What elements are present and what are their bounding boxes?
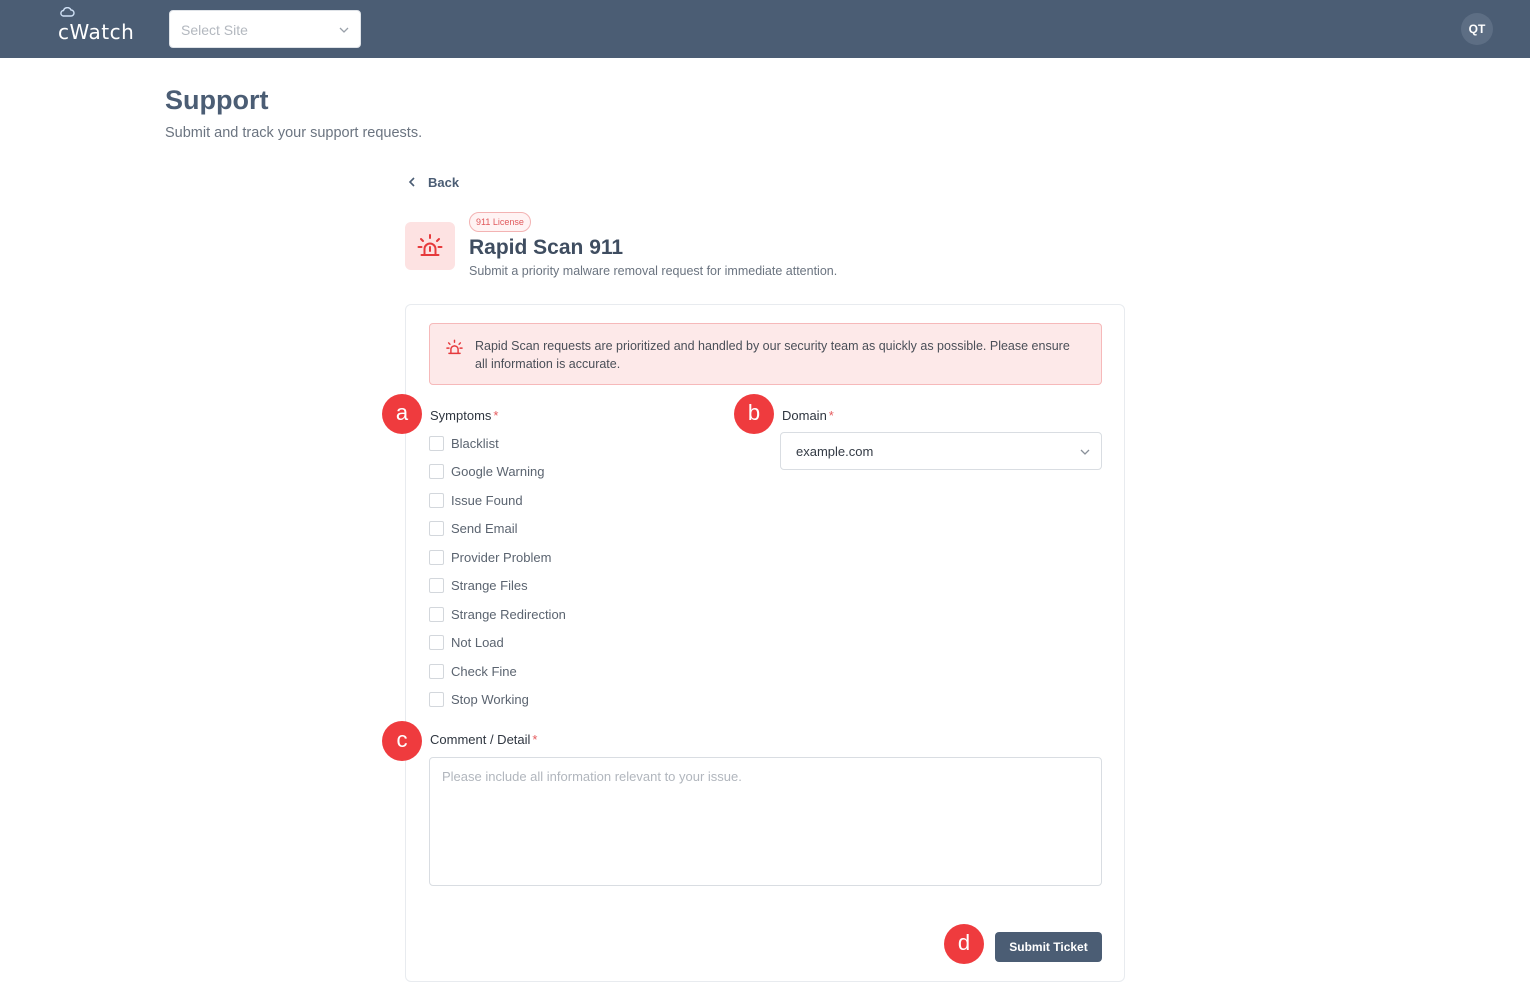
priority-alert: Rapid Scan requests are prioritized and … (429, 323, 1102, 385)
checkbox[interactable] (429, 663, 444, 679)
annotation-marker-c: c (382, 721, 422, 761)
symptom-checkbox-google-warning[interactable]: Google Warning (429, 462, 544, 480)
license-badge: 911 License (469, 212, 531, 232)
checkbox[interactable] (429, 520, 444, 536)
symptoms-label-text: Symptoms (430, 408, 492, 423)
alarm-light-icon (417, 234, 443, 256)
back-link[interactable]: Back (407, 172, 459, 192)
page-subtitle: Submit and track your support requests. (165, 125, 423, 141)
symptom-checkbox-check-fine[interactable]: Check Fine (429, 662, 517, 680)
checkbox[interactable] (429, 435, 444, 451)
chevron-down-icon (339, 27, 349, 33)
site-select[interactable]: Select Site (169, 10, 361, 48)
required-mark: * (532, 732, 538, 747)
symptom-checkbox-not-load[interactable]: Not Load (429, 633, 504, 651)
service-title: Rapid Scan 911 (469, 236, 624, 259)
alarm-light-icon (446, 339, 463, 355)
cwatch-logo[interactable]: cWatch (58, 7, 134, 42)
annotation-marker-a: a (382, 394, 422, 434)
symptom-checkbox-blacklist[interactable]: Blacklist (429, 434, 499, 452)
user-avatar[interactable]: QT (1461, 13, 1493, 45)
rapid-scan-icon-box (405, 222, 455, 270)
submit-ticket-button[interactable]: Submit Ticket (995, 932, 1102, 962)
checkbox[interactable] (429, 691, 444, 707)
symptom-label: Check Fine (451, 663, 517, 679)
comment-label: Comment / Detail * (430, 732, 537, 747)
symptom-checkbox-strange-redirection[interactable]: Strange Redirection (429, 605, 566, 623)
domain-value: example.com (796, 444, 874, 459)
symptom-checkbox-issue-found[interactable]: Issue Found (429, 491, 523, 509)
domain-label: Domain * (782, 408, 834, 423)
symptom-label: Stop Working (451, 691, 529, 707)
symptom-label: Not Load (451, 634, 504, 650)
site-select-placeholder: Select Site (181, 22, 248, 38)
checkbox[interactable] (429, 577, 444, 593)
checkbox[interactable] (429, 549, 444, 565)
checkbox[interactable] (429, 492, 444, 508)
top-bar: cWatch Select Site QT (0, 0, 1530, 58)
symptom-checkbox-stop-working[interactable]: Stop Working (429, 690, 529, 708)
comment-textarea[interactable] (429, 757, 1102, 886)
symptom-label: Issue Found (451, 492, 523, 508)
checkbox[interactable] (429, 634, 444, 650)
required-mark: * (828, 408, 834, 423)
checkbox[interactable] (429, 463, 444, 479)
chevron-left-icon (408, 177, 415, 187)
domain-label-text: Domain (782, 408, 827, 423)
symptom-label: Google Warning (451, 463, 545, 479)
symptom-checkbox-strange-files[interactable]: Strange Files (429, 576, 528, 594)
service-subtitle: Submit a priority malware removal reques… (469, 264, 838, 278)
checkbox[interactable] (429, 606, 444, 622)
symptom-label: Strange Files (451, 577, 528, 593)
annotation-marker-b: b (734, 394, 774, 434)
domain-select[interactable]: example.com (780, 432, 1102, 470)
symptom-label: Blacklist (451, 435, 499, 451)
back-label: Back (428, 174, 460, 190)
cloud-icon (60, 7, 75, 17)
alert-text: Rapid Scan requests are prioritized and … (475, 339, 1070, 371)
page-title: Support (165, 85, 269, 115)
symptom-checkbox-send-email[interactable]: Send Email (429, 519, 517, 537)
annotation-marker-d: d (944, 924, 984, 964)
symptom-checkbox-provider-problem[interactable]: Provider Problem (429, 548, 551, 566)
required-mark: * (493, 408, 499, 423)
symptom-label: Strange Redirection (451, 606, 566, 622)
comment-label-text: Comment / Detail (430, 732, 531, 747)
symptoms-label: Symptoms * (430, 408, 498, 423)
symptom-label: Send Email (451, 520, 518, 536)
symptom-label: Provider Problem (451, 549, 552, 565)
chevron-down-icon (1080, 449, 1090, 455)
